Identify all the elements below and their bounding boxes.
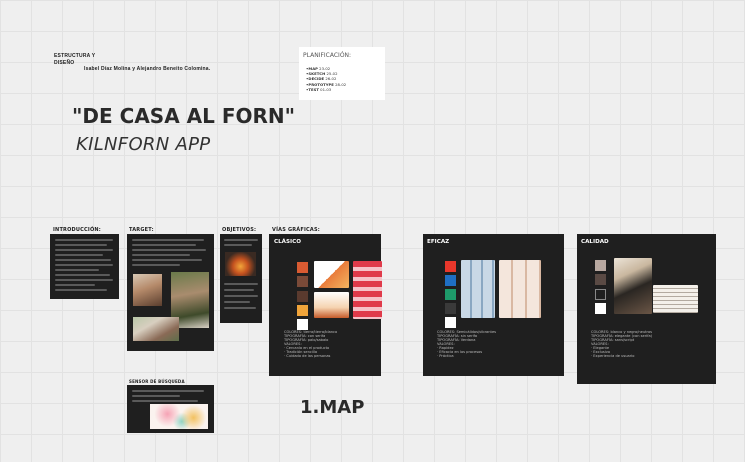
- mockup-screen: [653, 285, 698, 313]
- color-swatch: [445, 317, 456, 328]
- color-swatch: [445, 289, 456, 300]
- color-swatch: [297, 276, 308, 287]
- objetivos-label: OBJETIVOS:: [222, 227, 257, 233]
- intro-label: INTRODUCCIÓN:: [53, 227, 102, 233]
- section-label: ESTRUCTURA Y DISEÑO: [54, 53, 96, 66]
- mockup-screen: [314, 292, 349, 318]
- mockup-screen: [353, 261, 382, 319]
- target-photo-bike: [133, 317, 179, 341]
- sensor-label: SENSOR DE BÚSQUEDA: [129, 379, 185, 384]
- via-card-calidad[interactable]: CALIDAD COLORES: blanco y negro/neutros …: [577, 234, 716, 384]
- via-title: CALIDAD: [581, 239, 609, 245]
- via-card-eficaz[interactable]: EFICAZ COLORES: Semicálidos/vibrantes TI…: [423, 234, 564, 376]
- project-subtitle: KILNFORN APP: [76, 134, 211, 155]
- color-swatch: [445, 261, 456, 272]
- objetivos-photo-oven: [225, 252, 256, 276]
- planning-card[interactable]: PLANIFICACIÓN: •MAP 23-02 •SKETCH 25-02 …: [299, 47, 385, 100]
- color-swatch: [595, 289, 606, 300]
- color-swatch: [297, 319, 308, 330]
- mockup-screen: [461, 260, 495, 318]
- planning-item: •TEST 01-03: [306, 86, 332, 92]
- target-label: TARGET:: [129, 227, 154, 233]
- target-card[interactable]: [127, 234, 214, 351]
- color-swatch: [297, 291, 308, 302]
- mockup-screen: [614, 258, 652, 314]
- vias-label: VÍAS GRÁFICAS:: [272, 227, 320, 233]
- project-title: "DE CASA AL FORN": [72, 104, 296, 128]
- color-swatch: [595, 260, 606, 271]
- target-photo-couple: [133, 274, 162, 306]
- sensor-image: [150, 404, 208, 429]
- via-desc-line: · Cuidado de las personas: [284, 354, 331, 358]
- color-swatch: [297, 262, 308, 273]
- map-label: 1.MAP: [300, 397, 365, 418]
- via-title: CLÁSICO: [274, 239, 301, 245]
- mockup-screen: [499, 260, 541, 318]
- via-desc-line: · Experiencia de usuario: [591, 354, 635, 358]
- color-swatch: [595, 274, 606, 285]
- mockup-screen: [314, 261, 349, 288]
- planning-title: PLANIFICACIÓN:: [303, 52, 352, 59]
- via-title: EFICAZ: [427, 239, 450, 245]
- sensor-card[interactable]: [127, 385, 214, 433]
- objetivos-card[interactable]: [220, 234, 262, 323]
- intro-card[interactable]: [50, 234, 119, 299]
- via-desc-line: · Práctica: [437, 354, 454, 358]
- color-swatch: [445, 275, 456, 286]
- color-swatch: [297, 305, 308, 316]
- color-swatch: [595, 303, 606, 314]
- color-swatch: [445, 303, 456, 314]
- authors-text: Isabel Díaz Molina y Alejandro Beneito C…: [84, 66, 211, 72]
- via-card-clasico[interactable]: CLÁSICO COLORES: tierra/tierra/blanco TI…: [269, 234, 382, 376]
